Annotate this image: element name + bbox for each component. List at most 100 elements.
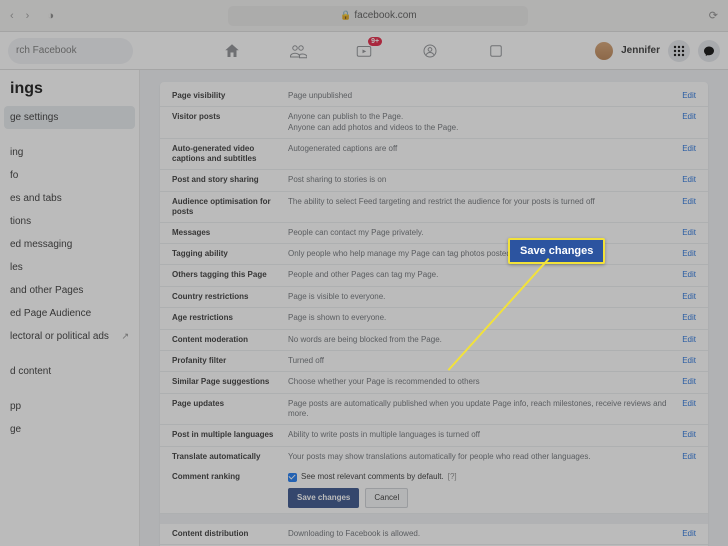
edit-link[interactable]: Edit	[676, 529, 696, 538]
gaming-icon[interactable]	[486, 41, 506, 61]
menu-grid-icon[interactable]	[668, 40, 690, 62]
user-name[interactable]: Jennifer	[621, 45, 660, 56]
setting-value: Anyone can publish to the Page.Anyone ca…	[288, 112, 676, 133]
setting-value: People can contact my Page privately.	[288, 228, 676, 238]
setting-label: Others tagging this Page	[172, 270, 288, 280]
setting-label: Post in multiple languages	[172, 430, 288, 440]
sidebar-item[interactable]	[0, 129, 139, 141]
messenger-icon[interactable]	[698, 40, 720, 62]
edit-link[interactable]: Edit	[676, 313, 696, 322]
setting-label: Translate automatically	[172, 452, 288, 462]
search-input[interactable]: rch Facebook	[8, 38, 133, 64]
edit-link[interactable]: Edit	[676, 430, 696, 439]
help-icon[interactable]: [?]	[448, 472, 457, 482]
sidebar-item-label: pp	[10, 401, 21, 412]
settings-row: Translate automaticallyYour posts may sh…	[160, 447, 708, 467]
row-comment-ranking: Comment ranking See most relevant commen…	[160, 467, 708, 514]
sidebar-item[interactable]	[0, 383, 139, 395]
edit-link[interactable]: Edit	[676, 292, 696, 301]
sidebar-item[interactable]: ed Page Audience	[0, 302, 139, 325]
content-area: Page visibilityPage unpublishedEditVisit…	[140, 70, 728, 546]
settings-row: Country restrictionsPage is visible to e…	[160, 287, 708, 308]
edit-link[interactable]: Edit	[676, 270, 696, 279]
edit-link[interactable]: Edit	[676, 112, 696, 121]
sidebar-item[interactable]: fo	[0, 164, 139, 187]
settings-row: MessagesPeople can contact my Page priva…	[160, 223, 708, 244]
setting-value: Autogenerated captions are off	[288, 144, 676, 154]
forward-icon[interactable]: ›	[26, 10, 30, 22]
settings-row: Page updatesPage posts are automatically…	[160, 394, 708, 426]
home-icon[interactable]	[222, 41, 242, 61]
sidebar-item[interactable]: es and tabs	[0, 187, 139, 210]
sidebar-item-label: and other Pages	[10, 285, 83, 296]
watch-icon[interactable]: 9+	[354, 41, 374, 61]
settings-row: Similar Page suggestionsChoose whether y…	[160, 372, 708, 393]
edit-link[interactable]: Edit	[676, 144, 696, 153]
sidebar-item-label: fo	[10, 170, 18, 181]
setting-label: Visitor posts	[172, 112, 288, 122]
settings-row: Tagging abilityOnly people who help mana…	[160, 244, 708, 265]
sidebar-item[interactable]: tions	[0, 210, 139, 233]
notification-badge: 9+	[368, 37, 382, 46]
sidebar-item[interactable]: and other Pages	[0, 279, 139, 302]
setting-value: Choose whether your Page is recommended …	[288, 377, 676, 387]
sidebar-item[interactable]: ed messaging	[0, 233, 139, 256]
edit-link[interactable]: Edit	[676, 452, 696, 461]
edit-link[interactable]: Edit	[676, 228, 696, 237]
back-icon[interactable]: ‹	[10, 10, 14, 22]
settings-panel: Page visibilityPage unpublishedEditVisit…	[160, 82, 708, 546]
sidebar-item[interactable]: ge	[0, 418, 139, 441]
edit-link[interactable]: Edit	[676, 249, 696, 258]
groups-icon[interactable]	[420, 41, 440, 61]
edit-link[interactable]: Edit	[676, 377, 696, 386]
avatar[interactable]	[595, 42, 613, 60]
sidebar-item[interactable]: ing	[0, 141, 139, 164]
address-bar[interactable]: 🔒 facebook.com	[228, 6, 528, 26]
setting-label: Page updates	[172, 399, 288, 409]
setting-label: Profanity filter	[172, 356, 288, 366]
edit-link[interactable]: Edit	[676, 335, 696, 344]
shield-icon[interactable]: ◑	[47, 10, 54, 22]
edit-link[interactable]: Edit	[676, 197, 696, 206]
setting-label: Content distribution	[172, 529, 288, 539]
edit-link[interactable]: Edit	[676, 91, 696, 100]
sidebar-item[interactable]: pp	[0, 395, 139, 418]
reload-icon[interactable]: ⟳	[709, 9, 718, 22]
setting-value: Turned off	[288, 356, 676, 366]
setting-value: Post sharing to stories is on	[288, 175, 676, 185]
nav-arrows: ‹ ›	[10, 10, 29, 22]
sidebar-item[interactable]: les	[0, 256, 139, 279]
settings-row: Audience optimisation for postsThe abili…	[160, 192, 708, 223]
setting-label: Comment ranking	[172, 472, 288, 482]
sidebar-item-label: es and tabs	[10, 193, 62, 204]
setting-label: Auto-generated video captions and subtit…	[172, 144, 288, 164]
settings-row: Profanity filterTurned offEdit	[160, 351, 708, 372]
friends-icon[interactable]	[288, 41, 308, 61]
sidebar-item[interactable]: d content	[0, 360, 139, 383]
setting-label: Page visibility	[172, 91, 288, 101]
setting-value: Page is visible to everyone.	[288, 292, 676, 302]
setting-value: Only people who help manage my Page can …	[288, 249, 676, 259]
sidebar-item[interactable]: lectoral or political ads↗	[0, 325, 139, 348]
setting-value: No words are being blocked from the Page…	[288, 335, 676, 345]
sidebar-item[interactable]	[0, 348, 139, 360]
checkbox-icon[interactable]	[288, 473, 297, 482]
fb-header: rch Facebook 9+ Jennifer	[0, 32, 728, 70]
edit-link[interactable]: Edit	[676, 356, 696, 365]
checkbox-label: See most relevant comments by default.	[301, 472, 444, 482]
setting-value: Page posts are automatically published w…	[288, 399, 676, 420]
setting-label: Messages	[172, 228, 288, 238]
sidebar-item-label: les	[10, 262, 23, 273]
cancel-button[interactable]: Cancel	[365, 488, 408, 508]
sidebar-item[interactable]: ge settings	[4, 106, 135, 129]
settings-row: Page visibilityPage unpublishedEdit	[160, 86, 708, 107]
settings-row: Auto-generated video captions and subtit…	[160, 139, 708, 170]
sidebar-item-label: ing	[10, 147, 23, 158]
save-changes-button[interactable]: Save changes	[288, 488, 359, 508]
setting-label: Similar Page suggestions	[172, 377, 288, 387]
settings-row: Post in multiple languagesAbility to wri…	[160, 425, 708, 446]
edit-link[interactable]: Edit	[676, 399, 696, 408]
setting-value: Ability to write posts in multiple langu…	[288, 430, 676, 440]
settings-row: Visitor postsAnyone can publish to the P…	[160, 107, 708, 139]
edit-link[interactable]: Edit	[676, 175, 696, 184]
